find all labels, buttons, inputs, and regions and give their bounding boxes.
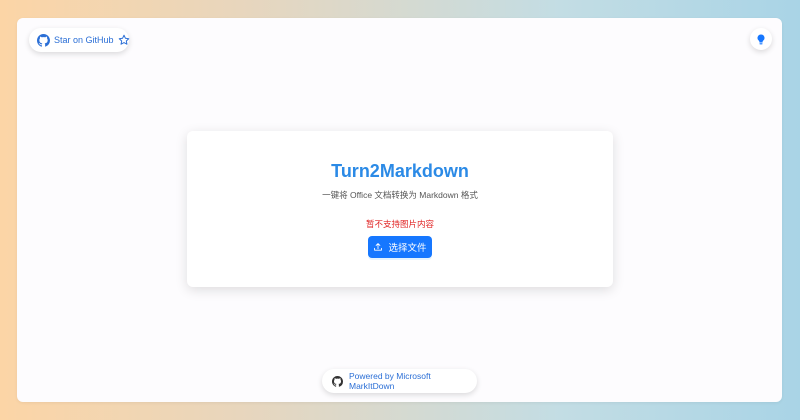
powered-by-link[interactable]: Powered by Microsoft MarkItDown	[322, 369, 477, 393]
powered-by-label: Powered by Microsoft MarkItDown	[349, 371, 431, 391]
app-title: Turn2Markdown	[331, 161, 469, 181]
bulb-icon	[756, 34, 766, 45]
github-icon	[332, 375, 343, 387]
select-file-button[interactable]: 选择文件	[368, 236, 432, 258]
github-star-button[interactable]: Star on GitHub	[29, 28, 129, 52]
image-unsupported-notice: 暂不支持图片内容	[365, 219, 434, 229]
github-icon	[37, 33, 50, 47]
app-subtitle: 一键将 Office 文档转换为 Markdown 格式	[322, 190, 478, 200]
theme-toggle-button[interactable]	[750, 28, 772, 50]
select-file-label: 选择文件	[388, 243, 427, 254]
upload-icon	[373, 242, 383, 252]
star-icon	[118, 34, 130, 46]
converter-card: Turn2Markdown 一键将 Office 文档转换为 Markdown …	[187, 131, 613, 287]
github-star-label: Star on GitHub	[54, 35, 114, 45]
